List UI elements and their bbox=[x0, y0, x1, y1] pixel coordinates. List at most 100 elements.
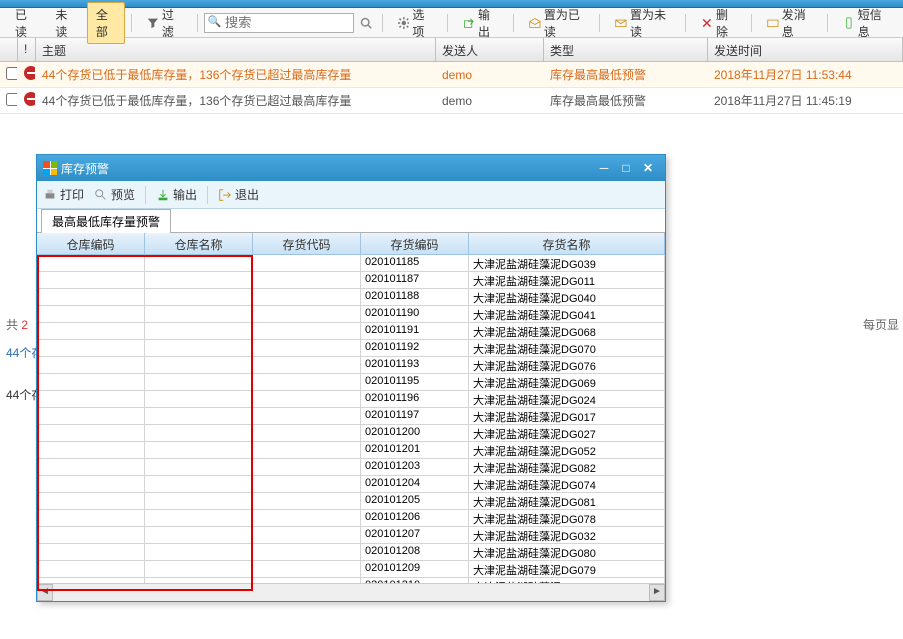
cell-invcode bbox=[253, 493, 361, 509]
separator bbox=[685, 14, 686, 32]
col-subject-header[interactable]: 主题 bbox=[36, 38, 436, 61]
print-button[interactable]: 打印 bbox=[43, 186, 84, 203]
dlg-col-invname[interactable]: 存货名称 bbox=[469, 233, 665, 254]
message-grid-body: 44个存货已低于最低库存量，136个存货已超过最高库存量demo库存最高最低预警… bbox=[0, 62, 903, 114]
maximize-button[interactable]: □ bbox=[615, 161, 637, 175]
dialog-row[interactable]: 020101185大津泥盐湖硅藻泥DG039 bbox=[37, 255, 665, 272]
cell-invcode bbox=[253, 255, 361, 271]
search-input[interactable] bbox=[204, 13, 354, 33]
message-row[interactable]: 44个存货已低于最低库存量，136个存货已超过最高库存量demo库存最高最低预警… bbox=[0, 62, 903, 88]
col-flag-header[interactable] bbox=[0, 38, 18, 61]
tab-stock-alert[interactable]: 最高最低库存量预警 bbox=[41, 209, 171, 233]
dialog-row[interactable]: 020101187大津泥盐湖硅藻泥DG011 bbox=[37, 272, 665, 289]
dlg-col-whname[interactable]: 仓库名称 bbox=[145, 233, 253, 254]
dialog-grid-body[interactable]: 020101185大津泥盐湖硅藻泥DG039020101187大津泥盐湖硅藻泥D… bbox=[37, 255, 665, 583]
cell-whname bbox=[145, 408, 253, 424]
cell-invcode bbox=[253, 442, 361, 458]
cell-whcode bbox=[37, 527, 145, 543]
cell-invcode bbox=[253, 510, 361, 526]
row-checkbox[interactable] bbox=[0, 67, 18, 83]
close-button[interactable]: ✕ bbox=[637, 161, 659, 175]
cell-whcode bbox=[37, 272, 145, 288]
cell-invcode bbox=[253, 476, 361, 492]
cell-whcode bbox=[37, 442, 145, 458]
preview-label: 预览 bbox=[111, 186, 135, 203]
dialog-row[interactable]: 020101191大津泥盐湖硅藻泥DG068 bbox=[37, 323, 665, 340]
dialog-row[interactable]: 020101203大津泥盐湖硅藻泥DG082 bbox=[37, 459, 665, 476]
dialog-row[interactable]: 020101206大津泥盐湖硅藻泥DG078 bbox=[37, 510, 665, 527]
row-type: 库存最高最低预警 bbox=[544, 92, 708, 109]
cell-invname: 大津泥盐湖硅藻泥DG081 bbox=[469, 493, 665, 509]
print-label: 打印 bbox=[60, 186, 84, 203]
cell-invcode bbox=[253, 527, 361, 543]
dialog-row[interactable]: 020101200大津泥盐湖硅藻泥DG027 bbox=[37, 425, 665, 442]
dlg-export-button[interactable]: 输出 bbox=[156, 186, 197, 203]
scroll-track[interactable] bbox=[53, 584, 649, 601]
dialog-row[interactable]: 020101210大津泥盐湖硅藻泥DG077 bbox=[37, 578, 665, 583]
dlg-col-invnum[interactable]: 存货编码 bbox=[361, 233, 469, 254]
exit-button[interactable]: 退出 bbox=[218, 186, 259, 203]
dialog-row[interactable]: 020101190大津泥盐湖硅藻泥DG041 bbox=[37, 306, 665, 323]
mail-closed-icon bbox=[615, 16, 627, 30]
col-time-header[interactable]: 发送时间 bbox=[708, 38, 903, 61]
dialog-row[interactable]: 020101204大津泥盐湖硅藻泥DG074 bbox=[37, 476, 665, 493]
scroll-left-icon[interactable]: ◄ bbox=[37, 584, 53, 601]
cell-invname: 大津泥盐湖硅藻泥DG040 bbox=[469, 289, 665, 305]
cell-invcode bbox=[253, 306, 361, 322]
dialog-row[interactable]: 020101201大津泥盐湖硅藻泥DG052 bbox=[37, 442, 665, 459]
dialog-row[interactable]: 020101208大津泥盐湖硅藻泥DG080 bbox=[37, 544, 665, 561]
cell-whname bbox=[145, 578, 253, 583]
cell-invnum: 020101203 bbox=[361, 459, 469, 475]
dlg-col-invcode[interactable]: 存货代码 bbox=[253, 233, 361, 254]
row-sender: demo bbox=[436, 94, 544, 108]
cell-invcode bbox=[253, 323, 361, 339]
cell-whname bbox=[145, 340, 253, 356]
per-page-label: 每页显 bbox=[863, 316, 899, 333]
dialog-row[interactable]: 020101207大津泥盐湖硅藻泥DG032 bbox=[37, 527, 665, 544]
cell-invcode bbox=[253, 408, 361, 424]
pager-count: 2 bbox=[21, 318, 28, 332]
scroll-right-icon[interactable]: ► bbox=[649, 584, 665, 601]
cell-invnum: 020101200 bbox=[361, 425, 469, 441]
separator bbox=[382, 14, 383, 32]
cell-invnum: 020101204 bbox=[361, 476, 469, 492]
minimize-button[interactable]: ─ bbox=[593, 161, 615, 175]
dialog-row[interactable]: 020101192大津泥盐湖硅藻泥DG070 bbox=[37, 340, 665, 357]
cell-invcode bbox=[253, 357, 361, 373]
separator bbox=[131, 14, 132, 32]
cell-invnum: 020101197 bbox=[361, 408, 469, 424]
cell-whname bbox=[145, 391, 253, 407]
search-go-icon[interactable] bbox=[360, 16, 372, 30]
dialog-row[interactable]: 020101209大津泥盐湖硅藻泥DG079 bbox=[37, 561, 665, 578]
dlg-export-label: 输出 bbox=[173, 186, 197, 203]
dialog-row[interactable]: 020101205大津泥盐湖硅藻泥DG081 bbox=[37, 493, 665, 510]
cell-invcode bbox=[253, 561, 361, 577]
dialog-row[interactable]: 020101196大津泥盐湖硅藻泥DG024 bbox=[37, 391, 665, 408]
cell-whname bbox=[145, 425, 253, 441]
cell-invnum: 020101187 bbox=[361, 272, 469, 288]
dlg-col-whcode[interactable]: 仓库编码 bbox=[37, 233, 145, 254]
cell-invnum: 020101191 bbox=[361, 323, 469, 339]
cell-whcode bbox=[37, 306, 145, 322]
dialog-row[interactable]: 020101188大津泥盐湖硅藻泥DG040 bbox=[37, 289, 665, 306]
dialog-row[interactable]: 020101197大津泥盐湖硅藻泥DG017 bbox=[37, 408, 665, 425]
col-type-header[interactable]: 类型 bbox=[544, 38, 708, 61]
app-logo-icon bbox=[43, 161, 57, 175]
dialog-row[interactable]: 020101195大津泥盐湖硅藻泥DG069 bbox=[37, 374, 665, 391]
row-checkbox[interactable] bbox=[0, 93, 18, 109]
cell-whname bbox=[145, 493, 253, 509]
preview-button[interactable]: 预览 bbox=[94, 186, 135, 203]
cell-whcode bbox=[37, 289, 145, 305]
dialog-row[interactable]: 020101193大津泥盐湖硅藻泥DG076 bbox=[37, 357, 665, 374]
dialog-hscrollbar[interactable]: ◄ ► bbox=[37, 583, 665, 601]
cell-whcode bbox=[37, 323, 145, 339]
pager-prefix: 共 bbox=[6, 318, 21, 332]
message-row[interactable]: 44个存货已低于最低库存量，136个存货已超过最高库存量demo库存最高最低预警… bbox=[0, 88, 903, 114]
cell-invnum: 020101192 bbox=[361, 340, 469, 356]
dialog-titlebar[interactable]: 库存预警 ─ □ ✕ bbox=[37, 155, 665, 181]
cell-invname: 大津泥盐湖硅藻泥DG077 bbox=[469, 578, 665, 583]
col-importance-header[interactable]: ! bbox=[18, 38, 36, 61]
cell-invcode bbox=[253, 578, 361, 583]
export-icon bbox=[156, 188, 170, 202]
col-sender-header[interactable]: 发送人 bbox=[436, 38, 544, 61]
